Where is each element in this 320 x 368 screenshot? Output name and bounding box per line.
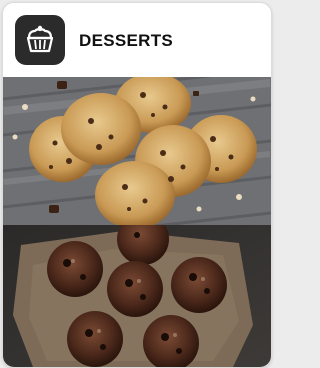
desserts-card[interactable]: DESSERTS	[2, 2, 272, 368]
cupcake-icon	[15, 15, 65, 65]
muffins-photo	[3, 225, 271, 367]
cookies-photo	[3, 77, 271, 225]
card-title: DESSERTS	[79, 31, 174, 50]
card-header: DESSERTS	[3, 3, 271, 77]
